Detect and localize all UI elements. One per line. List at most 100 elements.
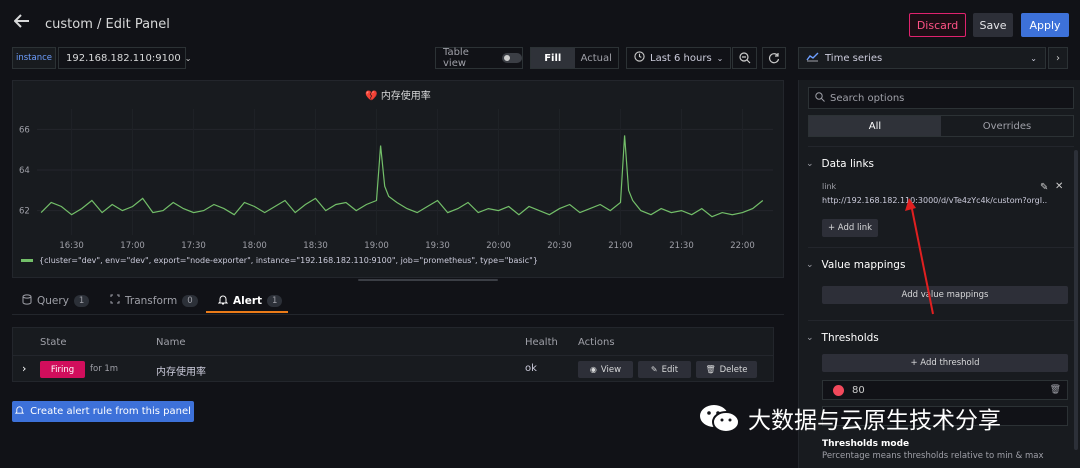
time-series-chart: 66 64 62 16:30 17:00 17:30 18:00 18:30 19:00 19:3… xyxy=(19,109,773,251)
tab-transform[interactable]: Transform 0 xyxy=(110,294,198,307)
add-value-mappings-button[interactable]: Add value mappings xyxy=(822,286,1068,304)
tab-transform-count: 0 xyxy=(182,294,198,307)
actual-option[interactable]: Actual xyxy=(575,48,619,68)
back-arrow-icon[interactable] xyxy=(13,13,30,33)
delete-label: Delete xyxy=(719,364,748,375)
transform-icon xyxy=(110,294,120,307)
thresholds-title: Thresholds xyxy=(821,332,879,344)
column-header-state: State xyxy=(40,337,67,348)
y-tick-label: 62 xyxy=(19,207,30,217)
chart-legend[interactable]: {cluster="dev", env="dev", export="node-… xyxy=(21,256,538,265)
x-tick-label: 17:30 xyxy=(181,241,206,251)
heart-broken-icon: 💔 xyxy=(365,91,378,102)
legend-label: {cluster="dev", env="dev", export="node-… xyxy=(39,256,538,265)
state-badge: Firing xyxy=(40,361,85,378)
search-options-input[interactable]: Search options xyxy=(808,87,1074,109)
clock-icon xyxy=(634,51,645,65)
view-label: View xyxy=(600,364,622,375)
threshold-value[interactable]: 80 xyxy=(852,385,865,396)
x-tick-label: 18:30 xyxy=(303,241,328,251)
edit-label: Edit xyxy=(661,364,679,375)
fill-actual-switch[interactable]: Fill Actual xyxy=(530,47,619,69)
active-tab-indicator xyxy=(206,311,288,313)
time-range-label: Last 6 hours xyxy=(650,52,712,64)
panel-title: 💔 内存使用率 xyxy=(13,87,783,102)
tab-query-count: 1 xyxy=(73,295,90,307)
tab-alert[interactable]: Alert 1 xyxy=(217,294,283,308)
expand-chevron-icon[interactable]: › xyxy=(22,362,26,375)
chevron-down-icon: ⌄ xyxy=(184,53,192,63)
chevron-down-icon: ⌄ xyxy=(1030,53,1037,63)
for-duration: for 1m xyxy=(90,364,119,374)
visualization-picker[interactable]: Time series ⌄ xyxy=(798,47,1046,69)
visualization-label: Time series xyxy=(825,52,883,64)
create-alert-label: Create alert rule from this panel xyxy=(30,406,191,417)
x-tick-label: 22:00 xyxy=(730,241,755,251)
table-view-label: Table view xyxy=(443,47,469,69)
wechat-logo-icon xyxy=(698,403,740,433)
toggle-switch[interactable] xyxy=(502,53,522,63)
table-row: › Firing for 1m 内存使用率 ok ◉ View ✎ Edit 🗑… xyxy=(13,355,773,382)
chevron-right-icon[interactable]: › xyxy=(1048,47,1068,69)
search-placeholder: Search options xyxy=(830,92,905,104)
chevron-down-icon: ⌄ xyxy=(716,53,724,63)
table-view-toggle[interactable]: Table view xyxy=(435,47,523,69)
database-icon xyxy=(22,294,32,308)
tab-query[interactable]: Query 1 xyxy=(22,294,90,308)
delete-button[interactable]: 🗑 Delete xyxy=(696,361,757,378)
chevron-down-icon: ⌄ xyxy=(806,260,814,270)
add-link-button[interactable]: + Add link xyxy=(822,219,878,237)
close-icon[interactable]: ✕ xyxy=(1055,181,1063,192)
link-title: link xyxy=(822,182,837,191)
column-header-actions: Actions xyxy=(578,337,615,348)
zoom-out-icon[interactable] xyxy=(732,47,757,69)
value-mappings-section-header[interactable]: ⌄ Value mappings xyxy=(806,259,905,271)
thresholds-mode-description: Percentage means thresholds relative to … xyxy=(822,451,1044,461)
trash-icon[interactable]: 🗑 xyxy=(1050,385,1061,395)
refresh-icon[interactable] xyxy=(762,47,786,69)
x-tick-label: 20:00 xyxy=(486,241,511,251)
x-tick-label: 19:30 xyxy=(425,241,450,251)
column-header-health: Health xyxy=(525,337,558,348)
divider xyxy=(808,320,1074,321)
time-range-picker[interactable]: Last 6 hours ⌄ xyxy=(626,47,731,69)
chevron-down-icon: ⌄ xyxy=(806,333,814,343)
x-tick-label: 21:00 xyxy=(608,241,633,251)
thresholds-mode-title: Thresholds mode xyxy=(822,439,910,449)
x-tick-label: 20:30 xyxy=(547,241,572,251)
editor-tabs: Query 1 Transform 0 Alert 1 xyxy=(12,290,784,315)
edit-button[interactable]: ✎ Edit xyxy=(638,361,691,378)
resize-handle[interactable] xyxy=(358,279,498,281)
add-threshold-button[interactable]: + Add threshold xyxy=(822,354,1068,372)
value-mappings-title: Value mappings xyxy=(821,259,906,271)
column-header-name: Name xyxy=(156,337,186,348)
trash-icon: 🗑 xyxy=(705,365,716,374)
save-button[interactable]: Save xyxy=(973,13,1013,37)
threshold-color-dot[interactable] xyxy=(833,384,844,396)
pen-icon[interactable]: ✎ xyxy=(1040,182,1048,193)
pen-icon: ✎ xyxy=(650,365,658,374)
data-links-section-header[interactable]: ⌄ Data links xyxy=(806,158,874,170)
apply-button[interactable]: Apply xyxy=(1021,13,1069,37)
x-tick-label: 19:00 xyxy=(364,241,389,251)
y-tick-label: 66 xyxy=(19,125,30,135)
x-tick-label: 17:00 xyxy=(120,241,145,251)
fill-option[interactable]: Fill xyxy=(531,48,575,68)
time-series-icon xyxy=(806,52,819,65)
thresholds-section-header[interactable]: ⌄ Thresholds xyxy=(806,332,879,344)
create-alert-rule-button[interactable]: Create alert rule from this panel xyxy=(12,401,194,422)
tab-all[interactable]: All xyxy=(809,116,941,136)
scrollbar[interactable] xyxy=(1074,150,1078,450)
view-button[interactable]: ◉ View xyxy=(578,361,633,378)
x-tick-label: 18:00 xyxy=(242,241,267,251)
divider xyxy=(808,146,1074,147)
tab-transform-label: Transform xyxy=(125,294,178,307)
page-title: custom / Edit Panel xyxy=(45,17,170,32)
instance-variable-select[interactable]: 192.168.182.110:9100 ⌄ xyxy=(58,47,191,69)
tab-overrides[interactable]: Overrides xyxy=(941,116,1073,136)
alert-name: 内存使用率 xyxy=(156,367,206,378)
watermark-text: 大数据与云原生技术分享 xyxy=(748,408,1001,434)
x-tick-label: 21:30 xyxy=(669,241,694,251)
options-scope-switch[interactable]: All Overrides xyxy=(808,115,1074,137)
discard-button[interactable]: Discard xyxy=(909,13,966,37)
